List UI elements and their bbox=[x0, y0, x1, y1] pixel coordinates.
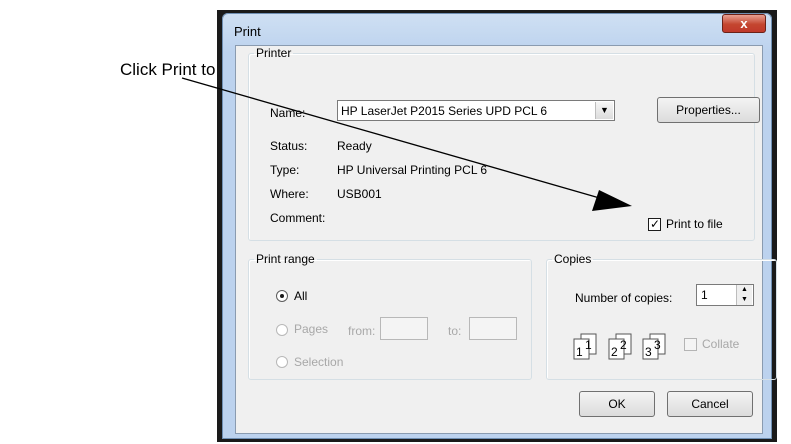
status-value: Ready bbox=[337, 139, 372, 153]
where-label: Where: bbox=[270, 187, 309, 201]
cancel-button[interactable]: Cancel bbox=[667, 391, 753, 417]
copy-icon-label: 1 bbox=[585, 338, 592, 352]
print-to-file-checkbox[interactable]: ✓ bbox=[648, 217, 661, 231]
collate-pages-icon: 2 2 bbox=[608, 333, 632, 360]
window-frame: Print x Printer Name: HP LaserJet P2015 … bbox=[222, 13, 777, 439]
ok-button-label: OK bbox=[608, 397, 626, 411]
collate-pages-icon: 1 1 bbox=[573, 333, 597, 360]
printer-group-legend: Printer bbox=[256, 46, 292, 60]
comment-label: Comment: bbox=[270, 211, 326, 225]
to-field[interactable] bbox=[469, 317, 517, 340]
type-label: Type: bbox=[270, 163, 300, 177]
stepper-down-icon[interactable]: ▼ bbox=[736, 295, 752, 305]
printer-name-value: HP LaserJet P2015 Series UPD PCL 6 bbox=[341, 104, 548, 118]
copies-legend: Copies bbox=[554, 252, 592, 266]
window-title: Print bbox=[234, 24, 261, 39]
copies-stepper[interactable]: 1 ▲ ▼ bbox=[696, 284, 754, 306]
print-dialog-window: Print x Printer Name: HP LaserJet P2015 … bbox=[217, 10, 777, 442]
status-label: Status: bbox=[270, 139, 308, 153]
copy-icon-label: 2 bbox=[611, 345, 618, 359]
type-value: HP Universal Printing PCL 6 bbox=[337, 163, 488, 177]
dialog-client-area: Printer Name: HP LaserJet P2015 Series U… bbox=[235, 45, 777, 434]
radio-selection-label[interactable]: Selection bbox=[294, 355, 343, 369]
printer-name-label: Name: bbox=[270, 106, 306, 120]
properties-button[interactable]: Properties... bbox=[657, 97, 760, 123]
printer-name-select[interactable]: HP LaserJet P2015 Series UPD PCL 6 ▼ bbox=[337, 100, 615, 121]
chevron-down-icon[interactable]: ▼ bbox=[595, 102, 613, 119]
copy-icon-label: 3 bbox=[654, 338, 661, 352]
from-field[interactable] bbox=[380, 317, 428, 340]
checkmark-icon: ✓ bbox=[650, 217, 661, 231]
radio-selection[interactable] bbox=[276, 356, 288, 368]
number-of-copies-label: Number of copies: bbox=[575, 291, 673, 305]
ok-button[interactable]: OK bbox=[579, 391, 655, 417]
stepper-up-icon[interactable]: ▲ bbox=[736, 285, 752, 295]
copy-icon-label: 1 bbox=[576, 345, 583, 359]
close-icon: x bbox=[740, 16, 748, 31]
radio-pages[interactable] bbox=[276, 324, 288, 336]
cancel-button-label: Cancel bbox=[691, 397, 729, 411]
where-value: USB001 bbox=[337, 187, 382, 201]
radio-all-label[interactable]: All bbox=[294, 289, 307, 303]
print-to-file-label[interactable]: Print to file bbox=[666, 217, 723, 231]
collate-pages-icon: 3 3 bbox=[642, 333, 666, 360]
close-button[interactable]: x bbox=[722, 14, 766, 33]
print-range-group: Print range bbox=[248, 252, 532, 380]
collate-label[interactable]: Collate bbox=[702, 337, 739, 351]
copy-icon-label: 2 bbox=[620, 338, 627, 352]
radio-all[interactable] bbox=[276, 290, 288, 302]
copies-value: 1 bbox=[701, 288, 708, 302]
to-label: to: bbox=[448, 324, 462, 338]
copy-icon-label: 3 bbox=[645, 345, 652, 359]
collate-checkbox[interactable] bbox=[684, 338, 697, 351]
from-label: from: bbox=[348, 324, 376, 338]
properties-button-label: Properties... bbox=[676, 103, 741, 117]
print-range-legend: Print range bbox=[256, 252, 315, 266]
radio-pages-label[interactable]: Pages bbox=[294, 322, 328, 336]
